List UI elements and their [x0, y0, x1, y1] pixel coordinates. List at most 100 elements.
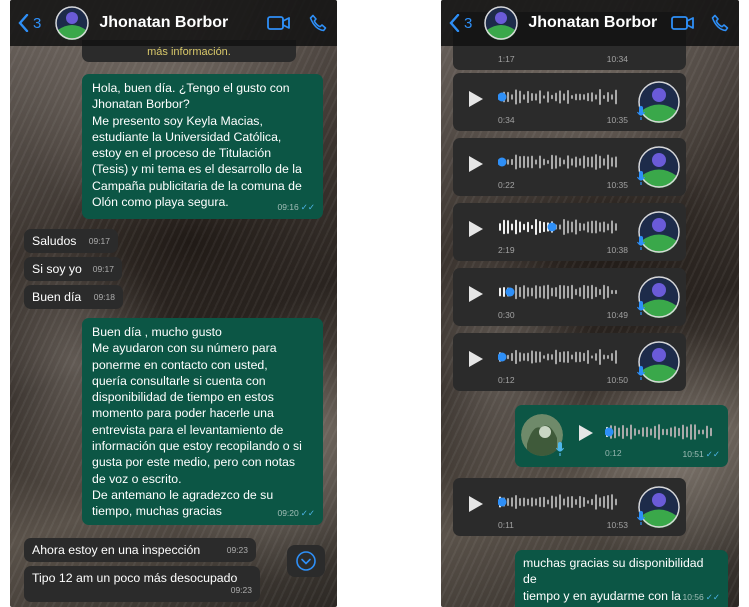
waveform-bar	[603, 354, 605, 360]
waveform-bar	[567, 89, 569, 105]
waveform-bar	[607, 495, 609, 509]
incoming-message[interactable]: Buen día 09:18	[24, 285, 123, 309]
play-icon[interactable]	[469, 221, 483, 237]
phone-call-icon[interactable]	[711, 14, 729, 32]
playback-position-dot[interactable]	[498, 352, 507, 362]
waveform-bar	[511, 158, 513, 166]
back-chevron-icon	[449, 14, 460, 32]
message-text: Si soy yo	[32, 262, 82, 276]
outgoing-message[interactable]: muchas gracias su disponibilidad de tiem…	[515, 550, 728, 607]
voice-duration: 2:19	[498, 245, 515, 255]
playback-position-dot[interactable]	[498, 497, 507, 507]
waveform-bar	[539, 155, 541, 169]
mic-icon	[636, 171, 646, 185]
scroll-down-button[interactable]	[287, 545, 325, 577]
voice-time: 10:53	[606, 520, 628, 530]
incoming-message[interactable]: Tipo 12 am un poco más desocupado 09:23	[24, 566, 260, 602]
waveform-bar	[507, 497, 509, 507]
waveform-bar	[555, 496, 557, 508]
phone-call-icon[interactable]	[309, 14, 327, 32]
waveform-bar	[571, 158, 573, 166]
contact-avatar[interactable]	[484, 6, 519, 40]
voice-time: 10:35	[606, 115, 628, 125]
play-icon[interactable]	[469, 286, 483, 302]
waveform-bar	[599, 349, 601, 365]
waveform-bar	[559, 284, 561, 300]
waveform-bar	[706, 425, 708, 439]
waveform-bar	[595, 220, 597, 234]
waveform-bar	[515, 219, 517, 235]
voice-note[interactable]: 0:12 10:50	[453, 333, 686, 391]
waveform-bar	[539, 220, 541, 234]
waveform-bar	[503, 287, 505, 297]
playback-position-dot[interactable]	[547, 222, 557, 232]
play-icon[interactable]	[469, 156, 483, 172]
waveform	[498, 89, 617, 105]
waveform-bar	[543, 221, 545, 233]
waveform-bar	[599, 288, 601, 296]
waveform-bar	[567, 155, 569, 169]
playback-position-dot[interactable]	[505, 287, 515, 297]
back-button[interactable]: 3	[449, 14, 472, 32]
waveform-bar	[579, 287, 581, 297]
contact-name[interactable]: Jhonatan Borbor	[528, 14, 657, 32]
waveform-bar	[611, 94, 613, 100]
waveform-bar	[535, 219, 537, 235]
waveform-bar	[710, 427, 712, 437]
outgoing-message[interactable]: Buen día , mucho gusto Me ayudaron con s…	[82, 318, 323, 525]
playback-position-dot[interactable]	[498, 157, 507, 167]
waveform-bar	[547, 91, 549, 103]
waveform-bar	[614, 425, 616, 439]
incoming-message[interactable]: Si soy yo 09:17	[24, 257, 122, 281]
mic-icon	[636, 301, 646, 315]
waveform-bar	[527, 287, 529, 297]
play-icon[interactable]	[469, 351, 483, 367]
waveform-bar	[563, 498, 565, 506]
waveform-bar	[559, 157, 561, 167]
waveform-bar	[539, 497, 541, 507]
waveform-bar	[567, 496, 569, 508]
voice-note[interactable]: 0:11 10:53	[453, 478, 686, 536]
waveform-bar	[523, 285, 525, 299]
unread-count: 3	[33, 14, 42, 32]
incoming-message[interactable]: Saludos 09:17	[24, 229, 118, 253]
waveform-bar	[503, 219, 505, 235]
voice-time: 10:49	[606, 310, 628, 320]
waveform-bar	[527, 90, 529, 104]
voice-note[interactable]: 0:30 10:49	[453, 268, 686, 326]
outgoing-voice-note[interactable]: 0:12 10:51 ✓✓	[515, 405, 728, 467]
waveform-bar	[603, 94, 605, 100]
voice-note[interactable]: 2:19 10:38	[453, 203, 686, 261]
waveform-bar	[535, 498, 537, 506]
contact-name[interactable]: Jhonatan Borbor	[99, 14, 228, 32]
left-chat-screen: 3 Jhonatan Borbor más información. Hola,…	[10, 0, 337, 607]
waveform-bar	[646, 426, 648, 438]
waveform-bar	[551, 354, 553, 360]
voice-note[interactable]: 0:22 10:35	[453, 138, 686, 196]
play-icon[interactable]	[469, 91, 483, 107]
outgoing-message[interactable]: Hola, buen día. ¿Tengo el gusto con Jhon…	[82, 74, 323, 219]
play-icon[interactable]	[579, 425, 593, 441]
waveform-bar	[511, 352, 513, 362]
contact-avatar[interactable]	[55, 6, 90, 40]
voice-note[interactable]: 0:34 10:35	[453, 73, 686, 131]
waveform-bar	[507, 159, 509, 165]
video-call-icon[interactable]	[267, 15, 291, 31]
voice-duration: 1:17	[498, 54, 515, 64]
back-button[interactable]: 3	[18, 14, 41, 32]
waveform	[498, 349, 617, 365]
waveform-bar	[674, 426, 676, 438]
waveform-bar	[511, 94, 513, 100]
playback-position-dot[interactable]	[498, 92, 507, 102]
video-call-icon[interactable]	[671, 15, 695, 31]
waveform-bar	[642, 427, 644, 437]
play-icon[interactable]	[469, 496, 483, 512]
waveform-bar	[575, 93, 577, 101]
incoming-message[interactable]: Ahora estoy en una inspección 09:23	[24, 538, 256, 562]
chat-header: 3 Jhonatan Borbor	[10, 0, 337, 46]
waveform-bar	[543, 355, 545, 359]
read-tick-icon: ✓✓	[705, 448, 720, 459]
waveform-bar	[599, 155, 601, 169]
message-time: 09:17	[88, 235, 110, 246]
playback-position-dot[interactable]	[605, 427, 614, 437]
